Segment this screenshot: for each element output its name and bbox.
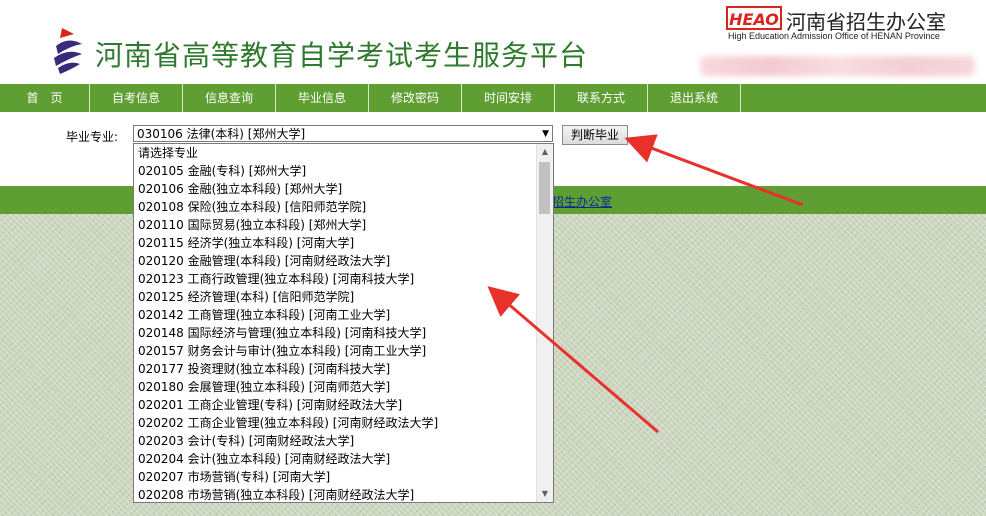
heao-logo: HEAO (726, 6, 782, 30)
nav-home[interactable]: 首 页 (0, 84, 90, 112)
dropdown-option[interactable]: 020208 市场营销(独立本科段) [河南财经政法大学] (134, 486, 538, 502)
main-nav: 首 页 自考信息 信息查询 毕业信息 修改密码 时间安排 联系方式 退出系统 (0, 84, 986, 112)
dropdown-option[interactable]: 020207 市场营销(专科) [河南大学] (134, 468, 538, 486)
dropdown-option[interactable]: 020142 工商管理(独立本科段) [河南工业大学] (134, 306, 538, 324)
major-select-value: 030106 法律(本科) [郑州大学] (137, 127, 306, 141)
dropdown-option[interactable]: 020201 工商企业管理(专科) [河南财经政法大学] (134, 396, 538, 414)
scroll-down-icon[interactable]: ▼ (537, 486, 553, 502)
judge-graduation-button[interactable]: 判断毕业 (562, 125, 628, 145)
major-dropdown-list[interactable]: 请选择专业 020105 金融(专科) [郑州大学] 020106 金融(独立本科段… (133, 143, 554, 503)
dropdown-option[interactable]: 020105 金融(专科) [郑州大学] (134, 162, 538, 180)
major-label: 毕业专业: (66, 130, 119, 144)
dropdown-option[interactable]: 020120 金融管理(本科段) [河南财经政法大学] (134, 252, 538, 270)
dropdown-option[interactable]: 020123 工商行政管理(独立本科段) [河南科技大学] (134, 270, 538, 288)
page-header: 河南省高等教育自学考试考生服务平台 HEAO 河南省招生办公室 High Edu… (0, 0, 986, 80)
office-link[interactable]: 招生办公室 (552, 193, 612, 210)
dropdown-option[interactable]: 020202 工商企业管理(独立本科段) [河南财经政法大学] (134, 414, 538, 432)
scroll-up-icon[interactable]: ▲ (537, 144, 553, 160)
site-title: 河南省高等教育自学考试考生服务平台 (95, 39, 589, 72)
dropdown-scrollbar[interactable]: ▲ ▼ (536, 144, 553, 502)
dropdown-option[interactable]: 020180 会展管理(独立本科段) [河南师范大学] (134, 378, 538, 396)
dropdown-option[interactable]: 020177 投资理财(独立本科段) [河南科技大学] (134, 360, 538, 378)
nav-contact[interactable]: 联系方式 (555, 84, 648, 112)
dropdown-option[interactable]: 020115 经济学(独立本科段) [河南大学] (134, 234, 538, 252)
nav-info-query[interactable]: 信息查询 (183, 84, 276, 112)
dropdown-option[interactable]: 020110 国际贸易(独立本科段) [郑州大学] (134, 216, 538, 234)
dropdown-option[interactable]: 020157 财务会计与审计(独立本科段) [河南工业大学] (134, 342, 538, 360)
office-name-en: High Education Admission Office of HENAN… (728, 31, 940, 41)
dropdown-option[interactable]: 020203 会计(专科) [河南财经政法大学] (134, 432, 538, 450)
heao-logo-text: HEAO (729, 10, 779, 29)
dropdown-arrow-icon[interactable]: ▼ (542, 126, 549, 143)
dropdown-option[interactable]: 020148 国际经济与管理(独立本科段) [河南科技大学] (134, 324, 538, 342)
dropdown-option[interactable]: 020204 会计(独立本科段) [河南财经政法大学] (134, 450, 538, 468)
nav-graduation-info[interactable]: 毕业信息 (276, 84, 369, 112)
scroll-thumb[interactable] (539, 162, 550, 214)
nav-change-password[interactable]: 修改密码 (369, 84, 462, 112)
dropdown-option[interactable]: 请选择专业 (134, 144, 538, 162)
site-logo-icon (54, 28, 82, 74)
dropdown-option[interactable]: 020108 保险(独立本科段) [信阳师范学院] (134, 198, 538, 216)
dropdown-option[interactable]: 020106 金融(独立本科段) [郑州大学] (134, 180, 538, 198)
dropdown-option[interactable]: 020125 经济管理(本科) [信阳师范学院] (134, 288, 538, 306)
nav-logout[interactable]: 退出系统 (648, 84, 741, 112)
nav-schedule[interactable]: 时间安排 (462, 84, 555, 112)
major-select[interactable]: 030106 法律(本科) [郑州大学] ▼ (133, 125, 553, 142)
blurred-user-info (700, 56, 975, 76)
dropdown-options: 请选择专业 020105 金融(专科) [郑州大学] 020106 金融(独立本科段… (134, 144, 538, 502)
nav-self-exam-info[interactable]: 自考信息 (90, 84, 183, 112)
